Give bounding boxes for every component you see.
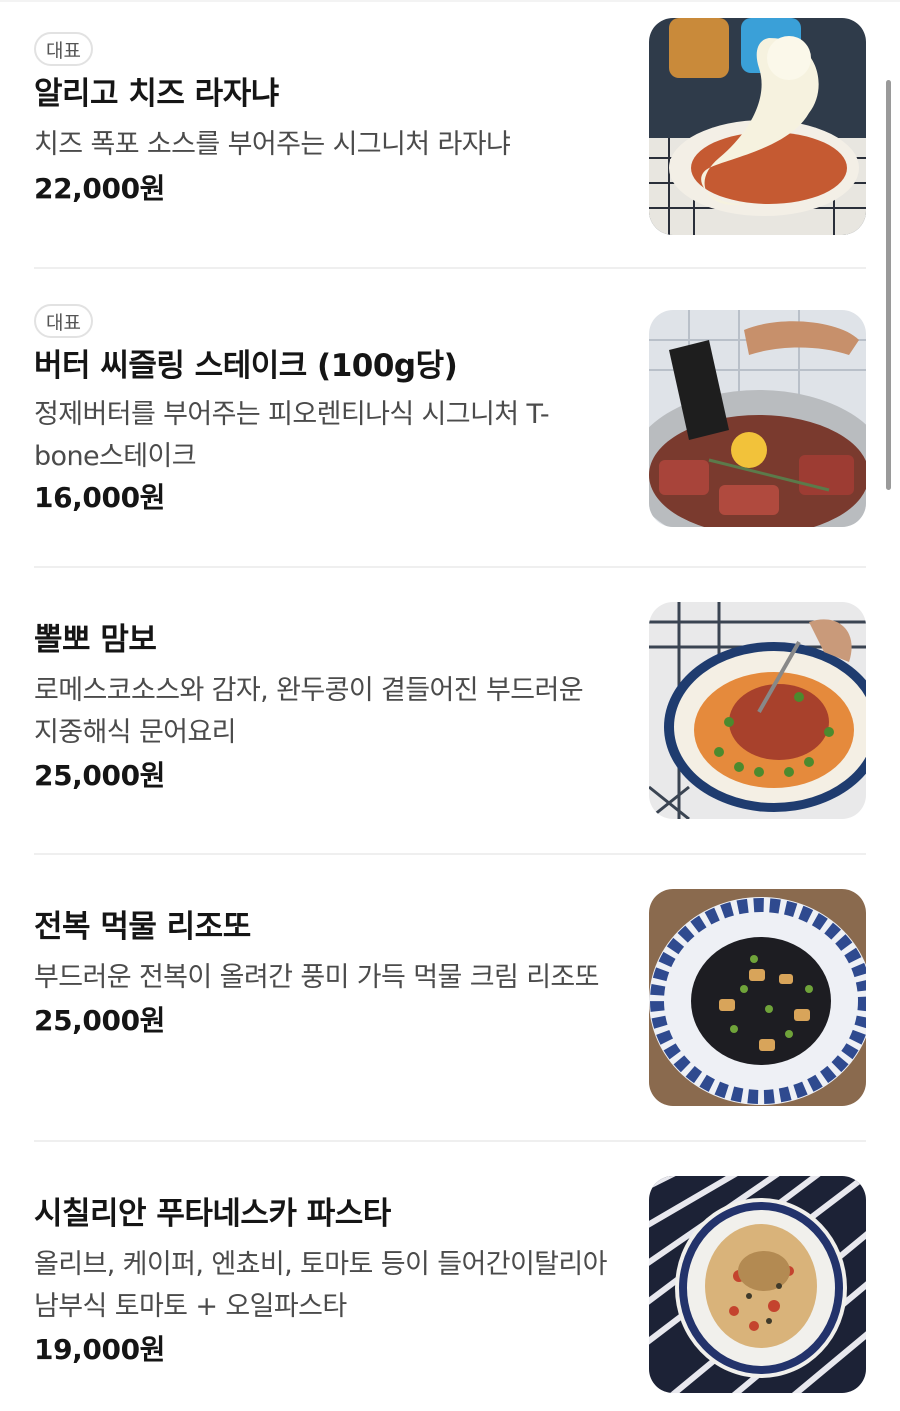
menu-item-description: 정제버터를 부어주는 피오렌티나식 시그니처 T-bone스테이크	[34, 399, 550, 472]
menu-item-description: 치즈 폭포 소스를 부어주는 시그니처 라자냐	[34, 129, 511, 160]
divider	[34, 853, 866, 855]
menu-item-name: 알리고 치즈 라자냐	[34, 76, 279, 112]
menu-item-name: 전복 먹물 리조또	[34, 909, 251, 945]
menu-item-price: 25,000원	[34, 759, 166, 792]
menu-item-price: 19,000원	[34, 1333, 166, 1366]
menu-item-description: 부드러운 전복이 올려간 풍미 가득 먹물 크림 리조또	[34, 962, 600, 993]
menu-item-text: 시칠리안 푸타네스카 파스타 올리브, 케이퍼, 엔쵸비, 토마토 등이 들어간…	[34, 1194, 614, 1370]
menu-item[interactable]: 대표 버터 씨즐링 스테이크 (100g당) 정제버터를 부어주는 피오렌티나식…	[34, 304, 866, 530]
scrollbar[interactable]	[886, 80, 891, 490]
menu-item[interactable]: 뽈뽀 맘보 로메스코소스와 감자, 완두콩이 곁들어진 부드러운 지중해식 문어…	[34, 602, 866, 822]
signature-badge: 대표	[34, 304, 93, 338]
menu-item[interactable]: 시칠리안 푸타네스카 파스타 올리브, 케이퍼, 엔쵸비, 토마토 등이 들어간…	[34, 1176, 866, 1396]
squid-ink-risotto-photo[interactable]	[649, 889, 866, 1106]
menu-item-text: 전복 먹물 리조또 부드러운 전복이 올려간 풍미 가득 먹물 크림 리조또 2…	[34, 907, 614, 1041]
menu-item-name: 시칠리안 푸타네스카 파스타	[34, 1196, 391, 1232]
signature-badge: 대표	[34, 32, 93, 66]
puttanesca-pasta-photo[interactable]	[649, 1176, 866, 1393]
octopus-dish-photo[interactable]	[649, 602, 866, 819]
cheese-lasagna-photo[interactable]	[649, 18, 866, 235]
menu-item-price: 25,000원	[34, 1004, 166, 1037]
divider	[34, 566, 866, 568]
menu-item[interactable]: 대표 알리고 치즈 라자냐 치즈 폭포 소스를 부어주는 시그니처 라자냐 22…	[34, 18, 866, 238]
menu-item-text: 뽈뽀 맘보 로메스코소스와 감자, 완두콩이 곁들어진 부드러운 지중해식 문어…	[34, 620, 614, 796]
menu-item-name: 버터 씨즐링 스테이크 (100g당)	[34, 348, 458, 384]
menu-item-price: 16,000원	[34, 481, 166, 514]
top-edge	[0, 0, 900, 2]
menu-item-price: 22,000원	[34, 172, 166, 205]
butter-steak-photo[interactable]	[649, 310, 866, 527]
menu-item-description: 로메스코소스와 감자, 완두콩이 곁들어진 부드러운 지중해식 문어요리	[34, 675, 584, 748]
menu-item-text: 대표 버터 씨즐링 스테이크 (100g당) 정제버터를 부어주는 피오렌티나식…	[34, 304, 614, 518]
divider	[34, 1140, 866, 1142]
menu-item-description: 올리브, 케이퍼, 엔쵸비, 토마토 등이 들어간이탈리아 남부식 토마토 + …	[34, 1249, 608, 1322]
menu-item[interactable]: 전복 먹물 리조또 부드러운 전복이 올려간 풍미 가득 먹물 크림 리조또 2…	[34, 889, 866, 1109]
menu-item-name: 뽈뽀 맘보	[34, 622, 157, 658]
menu-item-text: 대표 알리고 치즈 라자냐 치즈 폭포 소스를 부어주는 시그니처 라자냐 22…	[34, 32, 614, 209]
divider	[34, 267, 866, 269]
